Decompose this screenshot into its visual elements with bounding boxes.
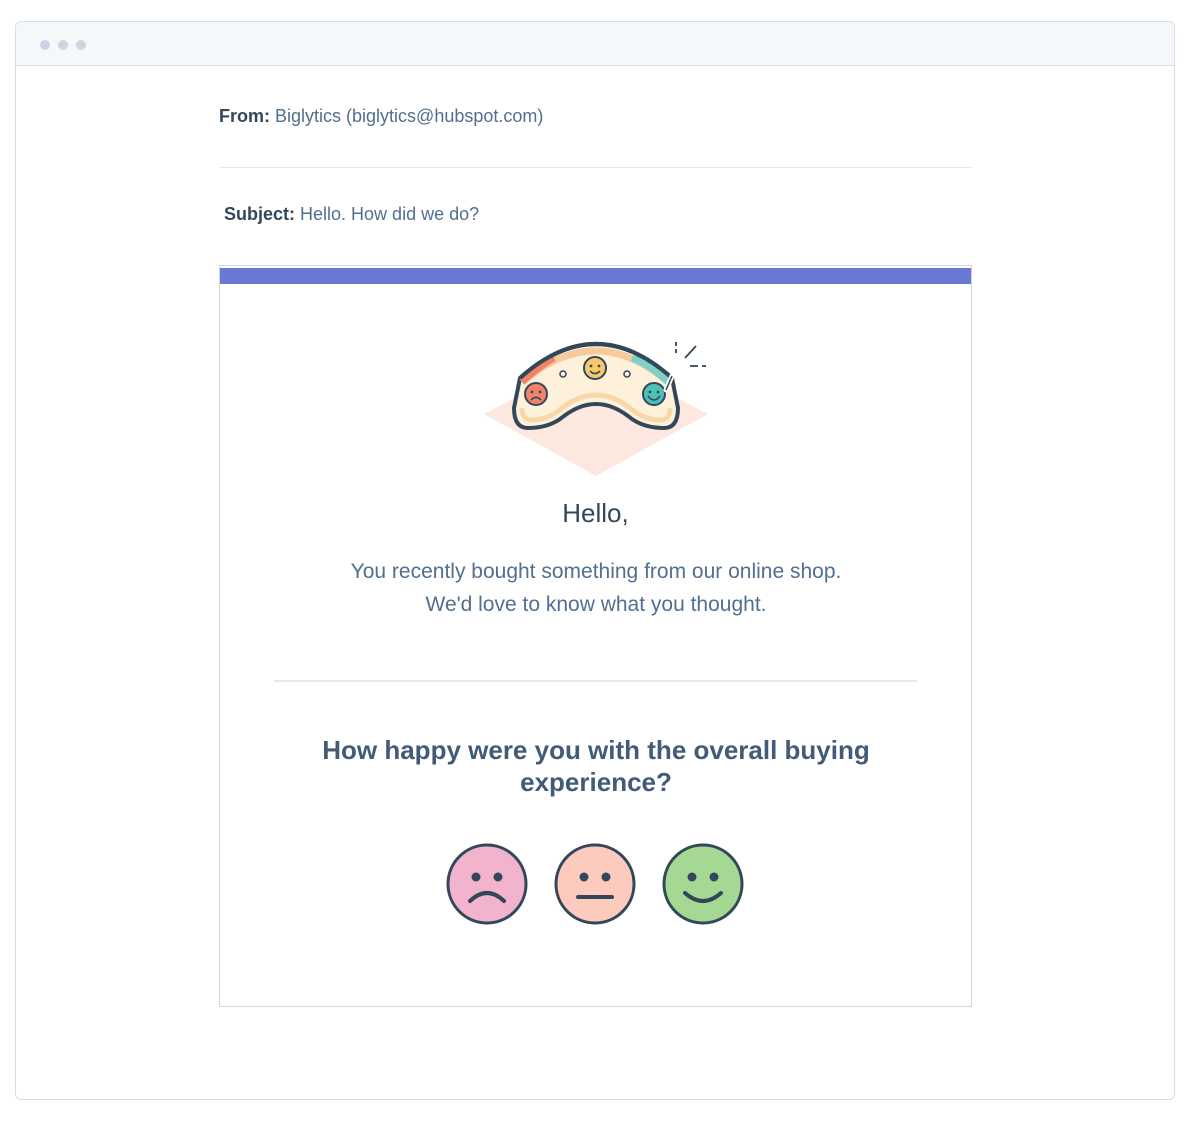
subject-row: Subject: Hello. How did we do? xyxy=(224,204,479,225)
card-accent-bar xyxy=(220,268,971,284)
intro-text: You recently bought something from our o… xyxy=(350,560,842,616)
window-dot-icon xyxy=(40,40,50,50)
survey-question: How happy were you with the overall buyi… xyxy=(322,735,870,797)
from-label: From: xyxy=(219,106,270,126)
window-titlebar xyxy=(16,22,1174,66)
from-row: From: Biglytics (biglytics@hubspot.com) xyxy=(219,106,543,127)
from-value: Biglytics (biglytics@hubspot.com) xyxy=(275,106,544,126)
satisfaction-meter-illustration xyxy=(482,332,710,480)
greeting-text: Hello, xyxy=(562,498,629,528)
subject-value: Hello. How did we do? xyxy=(300,204,480,224)
happy-face-icon[interactable] xyxy=(662,843,744,925)
sad-face-icon[interactable] xyxy=(446,843,528,925)
card-divider xyxy=(274,680,917,682)
subject-label: Subject: xyxy=(224,204,296,224)
email-client-window: From: Biglytics (biglytics@hubspot.com) … xyxy=(15,21,1175,1100)
email-body-card: Hello, You recently bought something fro… xyxy=(219,265,972,1007)
window-dot-icon xyxy=(58,40,68,50)
window-dot-icon xyxy=(76,40,86,50)
neutral-face-icon[interactable] xyxy=(554,843,636,925)
header-divider xyxy=(219,167,972,168)
